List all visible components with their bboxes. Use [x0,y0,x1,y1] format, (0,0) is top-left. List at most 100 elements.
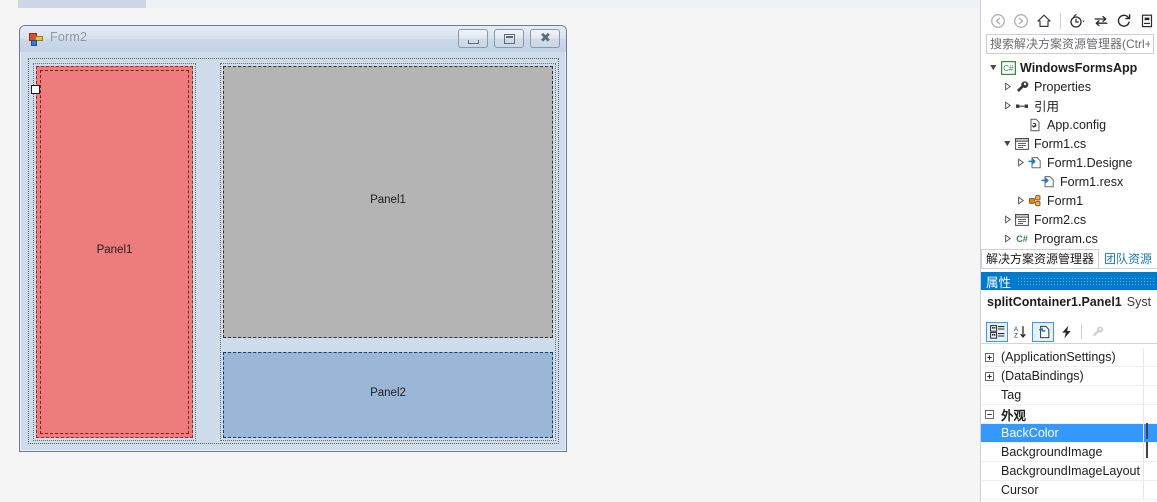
tab-label: 解决方案资源管理器 [986,252,1095,266]
solution-explorer-search[interactable] [986,34,1154,54]
property-row-applicationsettings[interactable]: (ApplicationSettings) [981,348,1157,367]
property-row-backcolor[interactable]: BackColor [981,423,1157,443]
collapse-minus-icon[interactable] [981,409,997,419]
tree-item-app-config[interactable]: App.config [981,115,1157,134]
split-container-outer-panel1[interactable]: Panel1 [33,63,196,441]
panel-gray[interactable]: Panel1 [223,66,553,338]
tree-item-properties[interactable]: Properties [981,77,1157,96]
tree-item-label: Form1.cs [1034,136,1087,151]
property-value[interactable] [1143,348,1157,366]
form-file-icon [1014,212,1030,228]
tree-item-windowsformsapp[interactable]: C# WindowsFormsApp [981,58,1157,77]
property-name: (ApplicationSettings) [1001,350,1116,364]
tab-team-explorer[interactable]: 团队资源 [1099,249,1157,268]
forward-icon[interactable] [1010,11,1031,32]
tree-item-label: 引用 [1034,100,1060,114]
events-button[interactable] [1055,322,1077,342]
property-value-backgroundimage[interactable] [1143,442,1157,461]
window-drag-grip[interactable] [1017,277,1154,285]
tree-item-form1-designer[interactable]: Form1.Designe [981,153,1157,172]
chevron-down-icon[interactable] [987,61,1000,74]
refresh-icon[interactable] [1113,11,1134,32]
tree-item-references[interactable]: 引用 [981,96,1157,115]
tool-window-tabs: 解决方案资源管理器 团队资源 [981,248,1157,269]
property-value[interactable] [1143,386,1157,404]
minimize-button[interactable] [458,29,488,48]
tree-item-form1-class[interactable]: Form1 [981,191,1157,210]
form-designer-window[interactable]: Form2 ✖ Panel1 Panel1 Panel2 [19,25,567,452]
tree-item-form1-cs[interactable]: Form1.cs [981,134,1157,153]
expand-plus-icon[interactable] [981,371,997,381]
split-container-outer-panel2[interactable]: Panel1 Panel2 [220,63,556,441]
home-icon[interactable] [1033,11,1054,32]
chevron-down-icon[interactable] [1001,137,1014,150]
svg-text:A: A [1013,327,1017,333]
window-buttons: ✖ [458,29,560,48]
minimize-icon [468,40,479,44]
solution-explorer-tree[interactable]: C# WindowsFormsApp Properties 引用 App.con… [981,58,1157,248]
property-row-backgroundimage[interactable]: BackgroundImage [981,442,1157,462]
tree-item-label: WindowsFormsApp [1020,60,1138,75]
properties-grid[interactable]: (ApplicationSettings) (DataBindings) Tag… [981,348,1157,502]
close-button[interactable]: ✖ [530,29,560,48]
expand-plus-icon[interactable] [981,352,997,362]
panel-blue-label: Panel2 [370,387,406,399]
tab-solution-explorer[interactable]: 解决方案资源管理器 [981,249,1100,268]
property-row-databindings[interactable]: (DataBindings) [981,367,1157,386]
svg-text:Z: Z [1014,333,1018,338]
property-row-tag[interactable]: Tag [981,386,1157,405]
property-value-backcolor[interactable] [1143,423,1157,442]
tree-item-form2-cs[interactable]: Form2.cs [981,210,1157,229]
property-value[interactable] [1143,367,1157,385]
svg-text:C#: C# [1003,64,1014,73]
chevron-right-icon[interactable] [1014,156,1027,169]
form-designer-surface[interactable]: Form2 ✖ Panel1 Panel1 Panel2 [0,10,980,502]
tree-item-label: Program.cs [1034,231,1098,246]
tree-item-program-cs[interactable]: C# Program.cs [981,229,1157,248]
back-icon[interactable] [987,11,1008,32]
properties-button[interactable] [1032,321,1054,342]
property-value[interactable] [1143,481,1157,499]
chevron-right-icon[interactable] [1001,213,1014,226]
properties-window-header[interactable]: 属性 [981,272,1157,290]
split-container-outer[interactable]: Panel1 Panel1 Panel2 [28,58,559,444]
property-category-appearance[interactable]: 外观 [981,405,1157,424]
tree-item-form1-resx[interactable]: Form1.resx [981,172,1157,191]
splitter-horizontal[interactable] [223,338,553,352]
property-value[interactable] [1143,462,1157,480]
form-file-icon [1014,136,1030,152]
chevron-right-icon[interactable] [1001,232,1014,245]
toolbar-separator [1081,324,1082,339]
panel-red[interactable]: Panel1 [36,66,193,438]
form-icon [29,32,43,46]
property-row-cursor[interactable]: Cursor [981,481,1157,500]
collapse-all-icon[interactable] [1136,11,1157,32]
maximize-button[interactable] [494,29,524,48]
chevron-right-icon[interactable] [1001,99,1014,112]
property-pages-button[interactable] [1086,322,1108,342]
tab-label: 团队资源 [1104,252,1153,266]
property-row-backgroundimagelayout[interactable]: BackgroundImageLayout [981,462,1157,481]
properties-selected-object[interactable]: splitContainer1.Panel1 Syst [981,292,1157,312]
chevron-right-icon[interactable] [1014,194,1027,207]
code-file-icon [1040,174,1056,190]
selection-handle[interactable] [31,85,40,94]
class-icon [1027,193,1043,209]
search-input[interactable] [987,35,1153,53]
property-name: BackgroundImageLayout [1001,464,1140,478]
categorized-button[interactable] [986,321,1008,342]
property-name: BackgroundImage [1001,445,1103,459]
tree-item-label: App.config [1047,117,1107,132]
property-name: Tag [1001,388,1022,402]
toolbar-separator [1060,13,1061,29]
tree-item-label: Form1.resx [1060,174,1124,189]
csharp-file-icon: C# [1014,231,1030,247]
pending-changes-icon[interactable] [1067,11,1088,32]
splitter-vertical[interactable] [196,63,220,441]
alphabetical-button[interactable]: AZ [1009,322,1031,342]
code-file-icon [1027,155,1043,171]
chevron-right-icon[interactable] [1001,80,1014,93]
document-tab-active[interactable] [18,0,146,8]
sync-with-active-document-icon[interactable] [1090,11,1111,32]
panel-blue[interactable]: Panel2 [223,352,553,438]
